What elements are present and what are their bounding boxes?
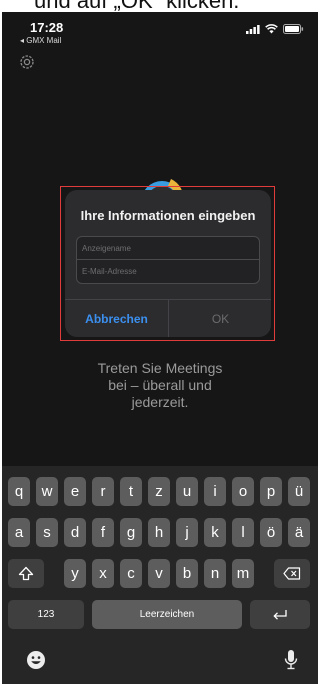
- key-c[interactable]: c: [120, 559, 142, 588]
- emoji-button[interactable]: [25, 649, 47, 671]
- tagline-line-3: jederzeit.: [131, 394, 189, 410]
- key-l[interactable]: l: [232, 518, 254, 547]
- shift-icon: [18, 566, 34, 581]
- key-q[interactable]: q: [8, 477, 30, 506]
- key-v[interactable]: v: [148, 559, 170, 588]
- return-key[interactable]: [250, 600, 310, 629]
- key-a[interactable]: a: [8, 518, 30, 547]
- key-n[interactable]: n: [204, 559, 226, 588]
- key-ae[interactable]: ä: [288, 518, 310, 547]
- key-f[interactable]: f: [92, 518, 114, 547]
- key-x[interactable]: x: [92, 559, 114, 588]
- backspace-icon: [283, 567, 301, 580]
- shift-key[interactable]: [8, 559, 44, 588]
- phone-screen: 17:28 ◂ GMX Mail Ihre Informationen eing…: [2, 12, 318, 684]
- key-oe[interactable]: ö: [260, 518, 282, 547]
- key-t[interactable]: t: [120, 477, 142, 506]
- key-j[interactable]: j: [176, 518, 198, 547]
- space-key[interactable]: Leerzeichen: [92, 600, 242, 629]
- key-y[interactable]: y: [64, 559, 86, 588]
- key-e[interactable]: e: [64, 477, 86, 506]
- key-i[interactable]: i: [204, 477, 226, 506]
- key-d[interactable]: d: [64, 518, 86, 547]
- key-g[interactable]: g: [120, 518, 142, 547]
- key-ue[interactable]: ü: [288, 477, 310, 506]
- key-m[interactable]: m: [232, 559, 254, 588]
- tagline-line-1: Treten Sie Meetings: [97, 360, 223, 376]
- return-icon: [273, 609, 287, 620]
- cellular-signal-icon: [246, 24, 260, 34]
- key-s[interactable]: s: [36, 518, 58, 547]
- status-icons: [246, 24, 304, 34]
- tagline-line-2: bei – überall und: [108, 377, 212, 393]
- microphone-icon: [284, 650, 298, 670]
- key-k[interactable]: k: [204, 518, 226, 547]
- emoji-icon: [27, 651, 45, 669]
- key-b[interactable]: b: [176, 559, 198, 588]
- key-h[interactable]: h: [148, 518, 170, 547]
- wifi-icon: [265, 24, 278, 34]
- status-time: 17:28: [30, 20, 64, 35]
- tagline: Treten Sie Meetings bei – überall und je…: [2, 360, 318, 411]
- keyboard: q w e r t z u i o p ü a s d f g h j k l …: [2, 466, 318, 684]
- key-r[interactable]: r: [92, 477, 114, 506]
- dictation-button[interactable]: [282, 648, 300, 672]
- key-u[interactable]: u: [176, 477, 198, 506]
- key-w[interactable]: w: [36, 477, 58, 506]
- back-to-app-link[interactable]: ◂ GMX Mail: [20, 36, 61, 45]
- battery-icon: [283, 24, 304, 34]
- key-p[interactable]: p: [260, 477, 282, 506]
- status-bar: 17:28 ◂ GMX Mail: [2, 12, 318, 46]
- settings-gear-icon[interactable]: [18, 53, 36, 71]
- key-o[interactable]: o: [232, 477, 254, 506]
- backspace-key[interactable]: [274, 559, 310, 588]
- key-z[interactable]: z: [148, 477, 170, 506]
- numbers-key[interactable]: 123: [8, 600, 84, 629]
- highlight-outline: [60, 186, 275, 341]
